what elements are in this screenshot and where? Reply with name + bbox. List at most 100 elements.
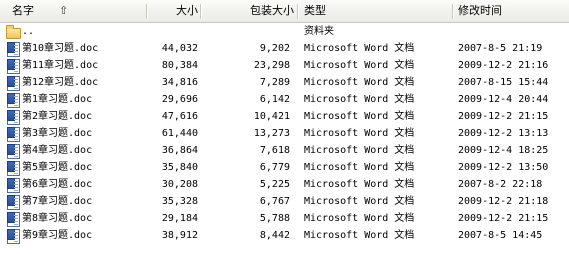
file-name: 第6章习题.doc [22, 179, 93, 190]
file-row[interactable]: 第8章习题.doc 29,184 5,788 Microsoft Word 文档 200… [0, 210, 569, 227]
file-row[interactable]: 第11章习题.doc 80,384 23,298 Microsoft Word 文档 2… [0, 57, 569, 74]
column-divider[interactable] [452, 4, 454, 19]
file-size: 61,440 [161, 128, 198, 139]
file-size: 47,616 [161, 111, 198, 122]
file-row[interactable]: 第2章习题.doc 47,616 10,421 Microsoft Word 文档 20… [0, 108, 569, 125]
file-type: Microsoft Word 文档 [304, 196, 415, 207]
file-modified: 2009-12-2 21:15 [458, 213, 549, 224]
column-header-size-label: 大小 [176, 4, 198, 17]
word-doc-icon [5, 211, 21, 227]
file-size: 29,696 [161, 94, 198, 105]
file-packed-size: 6,767 [259, 196, 290, 207]
file-modified: 2009-12-2 21:18 [458, 196, 549, 207]
file-modified: 2007-8-5 14:45 [458, 230, 543, 241]
file-packed-size: 23,298 [253, 60, 290, 71]
sort-ascending-icon: ⇧ [59, 4, 69, 17]
column-header-name-label: 名字 [12, 4, 34, 17]
file-row[interactable]: 第6章习题.doc 30,208 5,225 Microsoft Word 文档 200… [0, 176, 569, 193]
file-modified: 2009-12-4 20:44 [458, 94, 549, 105]
column-header-modified-label: 修改时间 [458, 4, 502, 17]
file-packed-size: 6,779 [259, 162, 290, 173]
column-header-name[interactable]: 名字 ⇧ [6, 0, 146, 22]
file-type: Microsoft Word 文档 [304, 128, 415, 139]
file-size: 34,816 [161, 77, 198, 88]
file-packed-size: 7,618 [259, 145, 290, 156]
word-doc-icon [5, 41, 21, 57]
file-type: Microsoft Word 文档 [304, 77, 415, 88]
word-doc-icon [5, 92, 21, 108]
file-packed-size: 5,788 [259, 213, 290, 224]
file-row[interactable]: 第3章习题.doc 61,440 13,273 Microsoft Word 文档 20… [0, 125, 569, 142]
file-type: 资料夹 [304, 26, 334, 37]
column-divider[interactable] [297, 4, 299, 19]
word-doc-icon [5, 194, 21, 210]
column-header-type-label: 类型 [304, 4, 326, 17]
file-name: 第2章习题.doc [22, 111, 93, 122]
file-name: 第12章习题.doc [22, 77, 99, 88]
file-type: Microsoft Word 文档 [304, 94, 415, 105]
word-doc-icon [5, 58, 21, 74]
file-name: 第11章习题.doc [22, 60, 99, 71]
file-modified: 2009-12-2 13:13 [458, 128, 549, 139]
file-size: 38,912 [161, 230, 198, 241]
file-row[interactable]: 第10章习题.doc 44,032 9,202 Microsoft Word 文档 20… [0, 40, 569, 57]
file-packed-size: 8,442 [259, 230, 290, 241]
file-packed-size: 10,421 [253, 111, 290, 122]
file-modified: 2009-12-2 13:50 [458, 162, 549, 173]
file-row[interactable]: 第5章习题.doc 35,840 6,779 Microsoft Word 文档 200… [0, 159, 569, 176]
file-type: Microsoft Word 文档 [304, 43, 415, 54]
column-header-type[interactable]: 类型 [304, 0, 454, 22]
file-size: 36,864 [161, 145, 198, 156]
word-doc-icon [5, 228, 21, 244]
file-type: Microsoft Word 文档 [304, 60, 415, 71]
file-name: .. [22, 26, 35, 37]
file-name: 第1章习题.doc [22, 94, 93, 105]
file-row[interactable]: 第1章习题.doc 29,696 6,142 Microsoft Word 文档 200… [0, 91, 569, 108]
file-modified: 2007-8-2 22:18 [458, 179, 543, 190]
file-row[interactable]: 第7章习题.doc 35,328 6,767 Microsoft Word 文档 200… [0, 193, 569, 210]
column-header-size[interactable]: 大小 [148, 0, 198, 22]
column-header-modified[interactable]: 修改时间 [458, 0, 568, 22]
file-packed-size: 7,289 [259, 77, 290, 88]
word-doc-icon [5, 75, 21, 91]
file-modified: 2009-12-2 21:16 [458, 60, 549, 71]
file-packed-size: 9,202 [259, 43, 290, 54]
file-modified: 2009-12-4 18:25 [458, 145, 549, 156]
column-header-bar: 名字 ⇧ 大小 包装大小 类型 修改时间 [0, 0, 569, 23]
file-modified: 2009-12-2 21:15 [458, 111, 549, 122]
file-list-window: 名字 ⇧ 大小 包装大小 类型 修改时间 .. 资料夹 第10章习题.doc 44… [0, 0, 569, 254]
file-modified: 2007-8-15 15:44 [458, 77, 549, 88]
file-name: 第7章习题.doc [22, 196, 93, 207]
file-packed-size: 5,225 [259, 179, 290, 190]
file-row[interactable]: 第9章习题.doc 38,912 8,442 Microsoft Word 文档 200… [0, 227, 569, 244]
file-size: 29,184 [161, 213, 198, 224]
word-doc-icon [5, 177, 21, 193]
file-name: 第5章习题.doc [22, 162, 93, 173]
file-name: 第9章习题.doc [22, 230, 93, 241]
column-header-packed-size-label: 包装大小 [250, 4, 294, 17]
word-doc-icon [5, 109, 21, 125]
file-size: 80,384 [161, 60, 198, 71]
parent-folder-row[interactable]: .. 资料夹 [0, 23, 569, 40]
word-doc-icon [5, 126, 21, 142]
file-row[interactable]: 第12章习题.doc 34,816 7,289 Microsoft Word 文档 20… [0, 74, 569, 91]
file-type: Microsoft Word 文档 [304, 213, 415, 224]
file-row[interactable]: 第4章习题.doc 36,864 7,618 Microsoft Word 文档 200… [0, 142, 569, 159]
folder-icon [5, 24, 21, 39]
file-packed-size: 13,273 [253, 128, 290, 139]
file-list: .. 资料夹 第10章习题.doc 44,032 9,202 Microsoft Wo… [0, 23, 569, 244]
column-header-packed-size[interactable]: 包装大小 [198, 0, 294, 22]
word-doc-icon [5, 143, 21, 159]
file-size: 44,032 [161, 43, 198, 54]
word-doc-icon [5, 160, 21, 176]
file-size: 35,840 [161, 162, 198, 173]
file-packed-size: 6,142 [259, 94, 290, 105]
file-modified: 2007-8-5 21:19 [458, 43, 543, 54]
file-name: 第10章习题.doc [22, 43, 99, 54]
file-name: 第8章习题.doc [22, 213, 93, 224]
file-size: 30,208 [161, 179, 198, 190]
file-type: Microsoft Word 文档 [304, 179, 415, 190]
file-name: 第3章习题.doc [22, 128, 93, 139]
file-type: Microsoft Word 文档 [304, 162, 415, 173]
file-name: 第4章习题.doc [22, 145, 93, 156]
